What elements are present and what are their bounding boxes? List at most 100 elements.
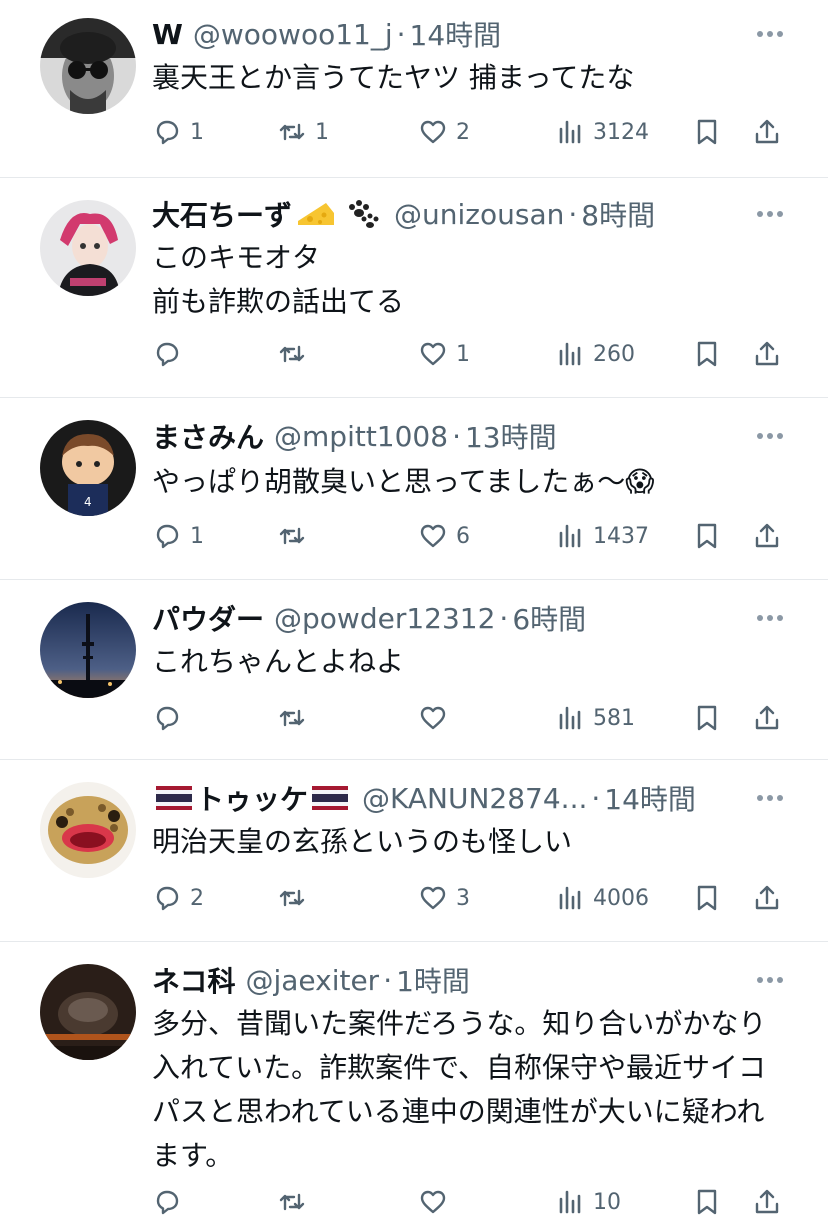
timestamp[interactable]: 6時間 xyxy=(512,598,586,638)
display-name[interactable]: トゥッケ xyxy=(152,778,352,818)
avatar[interactable] xyxy=(40,782,136,878)
reply-tweet[interactable]: 4 まさみん @mpitt1008 · 13時間 やっぱり胡散臭いと思ってました… xyxy=(0,398,828,580)
views-chart-icon xyxy=(555,117,585,147)
action-bar: 1 1 2 3124 xyxy=(152,112,792,152)
reply-tweet[interactable]: W @woowoo11_j · 14時間 裏天王とか言うてたヤツ 捕まってたな … xyxy=(0,0,828,178)
share-button[interactable] xyxy=(752,1182,782,1222)
display-name[interactable]: まさみん xyxy=(152,416,264,456)
reply-count: 1 xyxy=(190,523,204,549)
display-name[interactable]: 大石ちーず xyxy=(152,194,384,234)
share-button[interactable] xyxy=(752,516,782,556)
more-icon[interactable] xyxy=(756,966,784,994)
bookmark-icon xyxy=(692,117,722,147)
reply-button[interactable] xyxy=(152,334,190,374)
thailand-flag-icon xyxy=(312,786,349,810)
timestamp[interactable]: 13時間 xyxy=(465,416,557,456)
reply-button[interactable] xyxy=(152,698,190,738)
more-icon[interactable] xyxy=(756,604,784,632)
user-handle[interactable]: @woowoo11_j xyxy=(193,18,393,51)
timestamp[interactable]: 8時間 xyxy=(581,194,655,234)
user-handle[interactable]: @mpitt1008 xyxy=(274,420,448,453)
views-button[interactable]: 3124 xyxy=(555,112,649,152)
bookmark-button[interactable] xyxy=(692,516,722,556)
heart-icon xyxy=(418,117,448,147)
action-bar: 1 6 1437 xyxy=(152,516,792,556)
user-handle[interactable]: @powder12312 xyxy=(274,602,495,635)
reply-tweet[interactable]: ネコ科 @jaexiter · 1時間 多分、昔聞いた案件だろうな。知り合いがか… xyxy=(0,942,828,1231)
tweet-header: 大石ちーず @unizousan · 8時間 xyxy=(152,194,768,234)
more-icon[interactable] xyxy=(756,784,784,812)
display-name[interactable]: パウダー xyxy=(152,598,264,638)
timestamp[interactable]: 14時間 xyxy=(410,14,502,54)
retweet-button[interactable]: 1 xyxy=(277,112,329,152)
retweet-icon xyxy=(277,339,307,369)
share-button[interactable] xyxy=(752,878,782,918)
share-icon xyxy=(752,339,782,369)
avatar[interactable] xyxy=(40,200,136,296)
reply-tweet[interactable]: トゥッケ @KANUN2874... · 14時間 明治天皇の玄孫というのも怪し… xyxy=(0,760,828,942)
reply-tweet[interactable]: パウダー @powder12312 · 6時間 これちゃんとよねよ 581 xyxy=(0,580,828,760)
user-handle[interactable]: @unizousan xyxy=(394,198,564,231)
action-bar: 10 xyxy=(152,1182,792,1222)
like-button[interactable]: 1 xyxy=(418,334,470,374)
retweet-button[interactable] xyxy=(277,698,315,738)
more-icon[interactable] xyxy=(756,422,784,450)
views-chart-icon xyxy=(555,703,585,733)
tweet-text: これちゃんとよねよ xyxy=(152,645,405,678)
more-icon[interactable] xyxy=(756,20,784,48)
timestamp[interactable]: 1時間 xyxy=(396,960,470,1000)
user-handle[interactable]: @KANUN2874... xyxy=(362,782,587,815)
views-button[interactable]: 581 xyxy=(555,698,635,738)
bookmark-icon xyxy=(692,521,722,551)
views-button[interactable]: 10 xyxy=(555,1182,621,1222)
reply-icon xyxy=(152,339,182,369)
reply-feed: W @woowoo11_j · 14時間 裏天王とか言うてたヤツ 捕まってたな … xyxy=(0,0,828,1231)
avatar[interactable]: 4 xyxy=(40,420,136,516)
share-icon xyxy=(752,117,782,147)
like-button[interactable]: 2 xyxy=(418,112,470,152)
reply-button[interactable]: 2 xyxy=(152,878,204,918)
more-icon[interactable] xyxy=(756,200,784,228)
avatar[interactable] xyxy=(40,964,136,1060)
tweet-header: ネコ科 @jaexiter · 1時間 xyxy=(152,960,768,1000)
share-button[interactable] xyxy=(752,112,782,152)
retweet-button[interactable] xyxy=(277,878,315,918)
avatar[interactable] xyxy=(40,18,136,114)
views-button[interactable]: 260 xyxy=(555,334,635,374)
retweet-icon xyxy=(277,883,307,913)
like-button[interactable]: 6 xyxy=(418,516,470,556)
bookmark-button[interactable] xyxy=(692,878,722,918)
display-name[interactable]: ネコ科 xyxy=(152,960,235,1000)
views-button[interactable]: 4006 xyxy=(555,878,649,918)
views-chart-icon xyxy=(555,883,585,913)
like-button[interactable]: 3 xyxy=(418,878,470,918)
display-name[interactable]: W xyxy=(152,18,183,51)
display-name-text: トゥッケ xyxy=(196,783,309,816)
bookmark-button[interactable] xyxy=(692,112,722,152)
retweet-icon xyxy=(277,117,307,147)
reply-button[interactable] xyxy=(152,1182,190,1222)
reply-button[interactable]: 1 xyxy=(152,112,204,152)
user-handle[interactable]: @jaexiter xyxy=(245,964,379,997)
timestamp[interactable]: 14時間 xyxy=(604,778,696,818)
share-icon xyxy=(752,521,782,551)
bookmark-button[interactable] xyxy=(692,698,722,738)
share-button[interactable] xyxy=(752,698,782,738)
reply-button[interactable]: 1 xyxy=(152,516,204,556)
views-button[interactable]: 1437 xyxy=(555,516,649,556)
avatar[interactable] xyxy=(40,602,136,698)
views-chart-icon xyxy=(555,1187,585,1217)
retweet-button[interactable] xyxy=(277,1182,315,1222)
bookmark-button[interactable] xyxy=(692,334,722,374)
retweet-button[interactable] xyxy=(277,334,315,374)
bookmark-button[interactable] xyxy=(692,1182,722,1222)
like-button[interactable] xyxy=(418,1182,456,1222)
retweet-count: 1 xyxy=(315,119,329,145)
reply-tweet[interactable]: 大石ちーず @unizousan · 8時間 このキモオタ 前も詐欺の話出てる … xyxy=(0,178,828,398)
tweet-header: パウダー @powder12312 · 6時間 xyxy=(152,598,768,638)
share-icon xyxy=(752,703,782,733)
share-button[interactable] xyxy=(752,334,782,374)
share-icon xyxy=(752,1187,782,1217)
retweet-button[interactable] xyxy=(277,516,315,556)
like-button[interactable] xyxy=(418,698,456,738)
